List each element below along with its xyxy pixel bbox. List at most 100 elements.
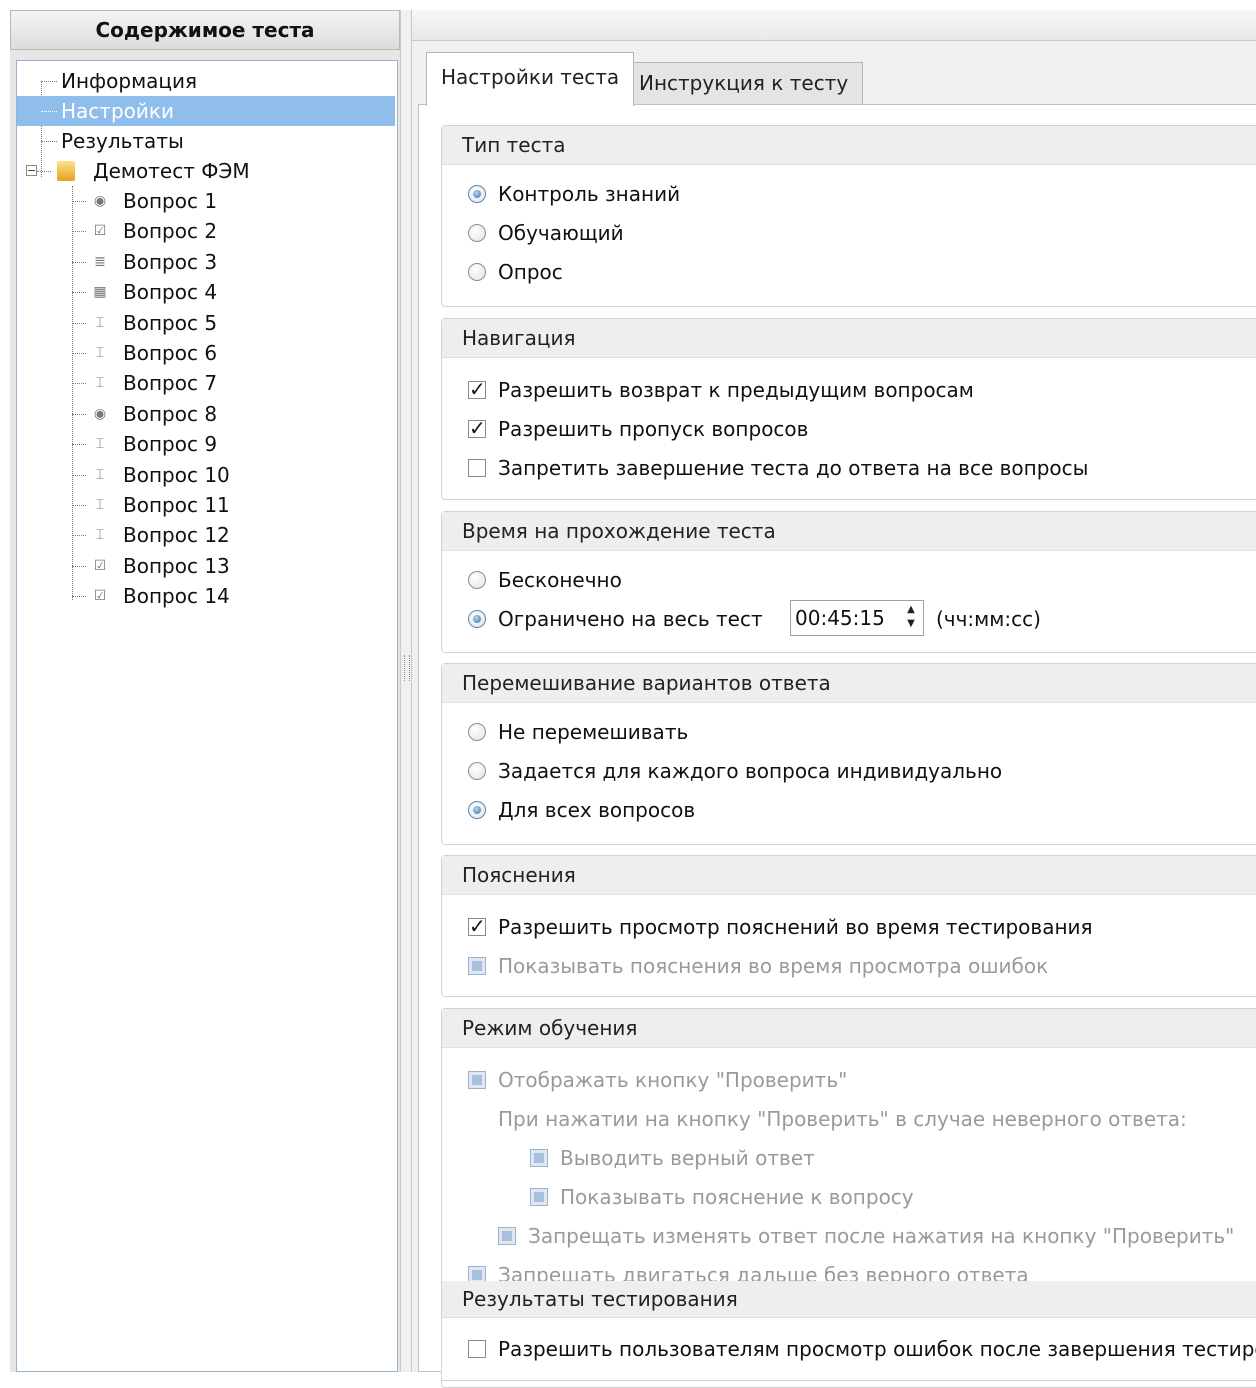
tree-connector [37, 171, 51, 172]
group-title: Результаты тестирования [442, 1281, 1256, 1318]
tree-item-question[interactable]: Вопрос 8 [123, 399, 217, 429]
tree-item-question[interactable]: Вопрос 14 [123, 581, 230, 611]
tree-item-settings[interactable]: Настройки [17, 96, 395, 126]
text-input-question-icon: ⌶ [95, 314, 105, 331]
radio-icon [468, 762, 486, 780]
radio-question-icon: ◉ [93, 193, 107, 209]
tab-test-instruction[interactable]: Инструкция к тесту [624, 62, 864, 104]
ordering-question-icon: ≣ [94, 253, 106, 270]
text-input-question-icon: ⌶ [95, 375, 105, 392]
option-label: Показывать пояснение к вопросу [560, 1185, 914, 1209]
radio-limited[interactable]: Ограничено на весь тест 00:45:15 ▲ ▼ (чч:… [468, 600, 1068, 636]
group-title: Навигация [442, 319, 1256, 358]
tree-item-question[interactable]: Вопрос 5 [123, 308, 217, 338]
tree-guide-line [72, 186, 73, 600]
tree-connector [72, 565, 86, 567]
tree-item-question[interactable]: Вопрос 13 [123, 551, 230, 581]
tree-item-question[interactable]: Вопрос 10 [123, 460, 230, 490]
checkbox-question-icon: ☑ [93, 223, 107, 240]
checkbox-checked-icon: ✓ [468, 377, 486, 401]
tree-connector [72, 413, 86, 415]
tree-item-question[interactable]: Вопрос 7 [123, 368, 217, 398]
tree-item-info[interactable]: Информация [61, 66, 197, 96]
option-label: Обучающий [498, 221, 624, 245]
option-label: Разрешить пропуск вопросов [498, 417, 809, 441]
radio-icon [468, 263, 486, 281]
tree-connector [72, 201, 86, 202]
tree-connector [72, 444, 86, 446]
tree-item-question[interactable]: Вопрос 3 [123, 247, 217, 277]
option-label: Отображать кнопку "Проверить" [498, 1068, 848, 1092]
checkbox-question-icon: ☑ [93, 557, 107, 574]
option-label: Контроль знаний [498, 182, 681, 206]
tree-connector [72, 535, 86, 537]
tree-connector [72, 383, 86, 385]
group-title: Время на прохождение теста [442, 512, 1256, 551]
group-navigation: Навигация ✓ Разрешить возврат к предыдущ… [441, 318, 1256, 500]
time-unit-label: (чч:мм:сс) [936, 607, 1041, 631]
checkbox-disabled-icon [530, 1188, 548, 1206]
tree-item-question[interactable]: Вопрос 2 [123, 216, 217, 246]
matching-question-icon: ▦ [93, 284, 107, 301]
tab-test-settings[interactable]: Настройки теста [426, 52, 635, 106]
tree-item-question[interactable]: Вопрос 9 [123, 429, 217, 459]
test-content-panel: Содержимое теста Информация Настройки Ре… [10, 10, 400, 1372]
tree-connector [72, 322, 86, 324]
tree-item-question[interactable]: Вопрос 11 [123, 490, 230, 520]
group-title: Режим обучения [442, 1009, 1256, 1048]
tree-connector [41, 81, 57, 82]
content-tree[interactable]: Информация Настройки Результаты − Демоте… [16, 60, 398, 1372]
option-label: Запретить завершение теста до ответа на … [498, 456, 1089, 480]
group-shuffle: Перемешивание вариантов ответа Не переме… [441, 663, 1256, 845]
checkbox-checked-icon: ✓ [468, 416, 486, 440]
time-limit-spinner[interactable]: 00:45:15 ▲ ▼ [790, 600, 924, 636]
check-wrong-caption: При нажатии на кнопку "Проверить" в случ… [498, 1107, 1187, 1131]
radio-icon [468, 185, 486, 203]
radio-icon [468, 224, 486, 242]
toolbar-strip [412, 10, 1256, 41]
tree-item-question[interactable]: Вопрос 4 [123, 277, 217, 307]
checkbox-disabled-icon [468, 1071, 486, 1089]
option-label: Разрешить пользователям просмотр ошибок … [498, 1337, 1256, 1361]
checkbox-question-icon: ☑ [93, 588, 107, 605]
time-limit-value: 00:45:15 [795, 606, 885, 630]
tree-connector [72, 505, 86, 506]
group-test-type: Тип теста Контроль знаний Обучающий Опро… [441, 125, 1256, 307]
radio-question-icon: ◉ [93, 405, 107, 422]
panel-splitter[interactable] [400, 10, 412, 1372]
radio-icon [468, 571, 486, 589]
tree-item-question[interactable]: Вопрос 12 [123, 520, 230, 550]
option-label: Запрещать изменять ответ после нажатия н… [528, 1224, 1235, 1248]
checkbox-icon [468, 459, 486, 477]
tree-connector [41, 141, 57, 142]
text-input-question-icon: ⌶ [95, 345, 105, 361]
radio-icon [468, 723, 486, 741]
spinner-arrows-icon[interactable]: ▲ ▼ [901, 603, 921, 633]
checkbox-disabled-icon [468, 957, 486, 975]
option-label: Показывать пояснения во время просмотра … [498, 954, 1049, 978]
text-input-question-icon: ⌶ [95, 497, 105, 513]
tree-item-folder[interactable]: Демотест ФЭМ [93, 156, 250, 186]
settings-panel: Настройки теста Инструкция к тесту Тип т… [412, 10, 1256, 1388]
tree-connector [72, 474, 86, 476]
checkbox-checked-icon: ✓ [468, 914, 486, 938]
checkbox-disabled-icon [530, 1149, 548, 1167]
option-label: Выводить верный ответ [560, 1146, 815, 1170]
collapse-icon[interactable]: − [26, 165, 37, 176]
group-title: Пояснения [442, 856, 1256, 895]
radio-icon [468, 801, 486, 819]
option-label: Разрешить просмотр пояснений во время те… [498, 915, 1093, 939]
checkbox-disabled-icon [498, 1227, 516, 1245]
folder-icon [57, 161, 75, 181]
option-label: Опрос [498, 260, 563, 284]
splitter-grip-icon [404, 655, 410, 681]
group-title: Перемешивание вариантов ответа [442, 664, 1256, 703]
tree-connector [72, 596, 86, 598]
tree-item-results[interactable]: Результаты [61, 126, 184, 156]
group-title: Тип теста [442, 126, 1256, 165]
text-input-question-icon: ⌶ [95, 466, 105, 483]
group-test-results: Результаты тестирования Разрешить пользо… [441, 1281, 1256, 1381]
tree-item-question[interactable]: Вопрос 1 [123, 186, 217, 216]
radio-icon [468, 610, 486, 628]
tree-item-question[interactable]: Вопрос 6 [123, 338, 217, 368]
